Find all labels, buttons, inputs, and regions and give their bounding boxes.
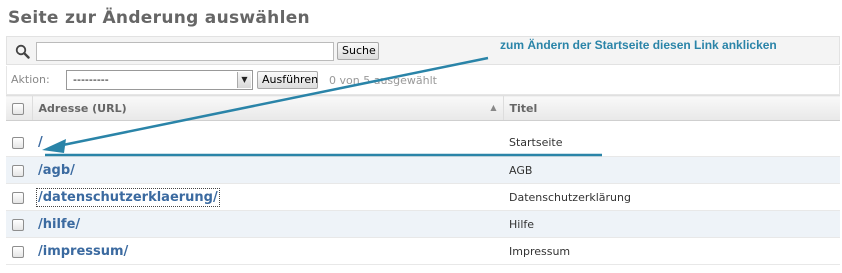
url-cell: /hilfe/ (32, 210, 503, 238)
row-checkbox-cell (6, 156, 32, 184)
table-row: /agb/ AGB (6, 156, 840, 184)
table-row: /impressum/ Impressum (6, 237, 840, 265)
row-url-link[interactable]: /hilfe/ (38, 217, 80, 232)
action-select[interactable]: --------- ▼ (66, 70, 253, 90)
title-cell: Hilfe (503, 210, 840, 238)
url-cell: /datenschutzerklaerung/ (32, 183, 503, 211)
row-checkbox[interactable] (12, 191, 24, 204)
row-url-link[interactable]: /datenschutzerklaerung/ (36, 187, 220, 207)
row-checkbox[interactable] (12, 245, 24, 258)
action-label: Aktion: (11, 73, 50, 86)
row-checkbox-cell (6, 210, 32, 238)
column-header-title[interactable]: Titel (502, 95, 840, 121)
title-cell: Startseite (503, 129, 840, 157)
annotation-callout: zum Ändern der Startseite diesen Link an… (500, 38, 777, 52)
row-checkbox[interactable] (12, 218, 24, 231)
title-cell: Datenschutzerklärung (503, 183, 840, 211)
row-checkbox-cell (6, 129, 32, 157)
url-cell: /impressum/ (32, 237, 503, 265)
row-checkbox[interactable] (12, 164, 24, 177)
search-button[interactable]: Suche (337, 42, 379, 60)
selection-count: 0 von 5 ausgewählt (329, 74, 437, 87)
sort-ascending-icon[interactable]: ▲ (490, 103, 496, 112)
title-cell: Impressum (503, 237, 840, 265)
row-checkbox[interactable] (12, 137, 24, 150)
run-action-button[interactable]: Ausführen (257, 71, 318, 89)
table-row: /datenschutzerklaerung/ Datenschutzerklä… (6, 183, 840, 211)
row-url-link[interactable]: / (38, 135, 43, 150)
search-input[interactable] (36, 42, 334, 61)
column-header-url-label: Adresse (URL) (38, 101, 127, 115)
url-cell: / (32, 129, 503, 157)
page-title: Seite zur Änderung auswählen (8, 8, 310, 28)
results-table: Adresse (URL) ▲ Titel / Startseite /agb/… (6, 95, 840, 265)
chevron-down-icon: ▼ (237, 72, 251, 88)
url-cell: /agb/ (32, 156, 503, 184)
select-all-checkbox[interactable] (12, 102, 24, 115)
row-url-link[interactable]: /agb/ (38, 163, 75, 178)
row-checkbox-cell (6, 183, 32, 211)
action-bar: Aktion: --------- ▼ Ausführen 0 von 5 au… (6, 66, 840, 95)
table-header-row: Adresse (URL) ▲ Titel (6, 95, 840, 121)
row-url-link[interactable]: /impressum/ (38, 244, 128, 259)
column-header-url[interactable]: Adresse (URL) ▲ (31, 95, 503, 121)
column-header-title-label: Titel (509, 101, 538, 115)
table-spacer (6, 121, 840, 130)
search-icon (15, 44, 30, 59)
select-all-header (6, 95, 32, 121)
action-select-value: --------- (73, 73, 109, 86)
table-row: / Startseite (6, 129, 840, 157)
table-row: /hilfe/ Hilfe (6, 210, 840, 238)
title-cell: AGB (503, 156, 840, 184)
row-checkbox-cell (6, 237, 32, 265)
